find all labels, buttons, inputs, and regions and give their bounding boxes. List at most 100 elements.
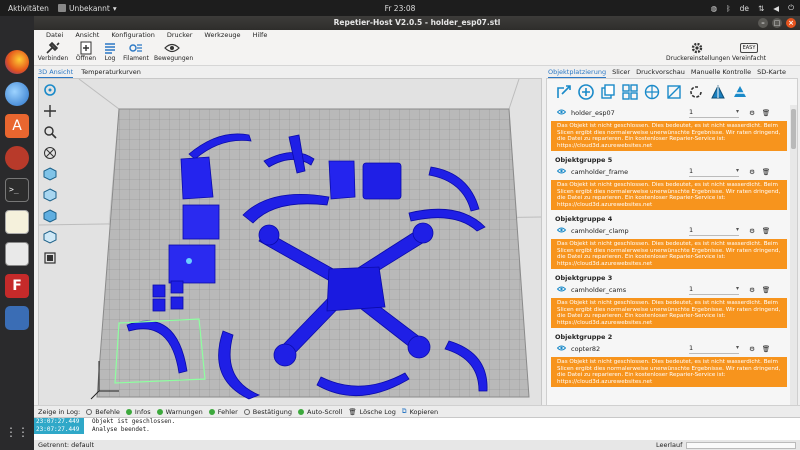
firefox-icon[interactable] (5, 50, 29, 74)
settings-icon[interactable] (5, 146, 29, 170)
volume-icon[interactable]: ◀ (773, 4, 779, 13)
eye-icon[interactable] (556, 227, 567, 235)
autoposition-icon[interactable] (621, 83, 639, 101)
trash-icon[interactable]: 🗑 (759, 345, 773, 353)
gear-icon[interactable]: ⚙ (745, 227, 759, 235)
zoom-icon[interactable] (42, 124, 58, 140)
cube-side-icon[interactable] (42, 229, 58, 245)
clock[interactable]: Fr 23:08 (385, 4, 416, 13)
menu-drucker[interactable]: Drucker (161, 31, 199, 39)
rotate-object-icon[interactable] (687, 83, 705, 101)
copy-log-button[interactable]: ⧉ Kopieren (402, 407, 438, 416)
quantity-select[interactable]: 1 (689, 108, 739, 118)
network-icon[interactable]: ⇅ (758, 4, 764, 13)
scale-icon[interactable] (665, 83, 683, 101)
scrollbar[interactable] (790, 105, 797, 417)
eye-icon[interactable] (556, 168, 567, 176)
filament-button[interactable]: Filament (122, 41, 150, 62)
log-option-infos[interactable]: Infos (125, 408, 151, 416)
thunderbird-icon[interactable] (5, 82, 29, 106)
tab-temperature-curves[interactable]: Temperaturkurven (81, 68, 141, 78)
center-object-icon[interactable] (643, 83, 661, 101)
menu-konfiguration[interactable]: Konfiguration (105, 31, 160, 39)
rotate-view-icon[interactable] (42, 82, 58, 98)
cube-top-icon[interactable] (42, 208, 58, 224)
trash-icon[interactable]: 🗑 (759, 227, 773, 235)
simplified-mode-button[interactable]: EASY Vereinfacht (730, 41, 768, 62)
menu-werkzeuge[interactable]: Werkzeuge (198, 31, 246, 39)
3d-view[interactable] (38, 78, 542, 418)
show-applications-icon[interactable]: ⋮⋮⋮ (5, 420, 41, 444)
toggle-walls-icon[interactable] (42, 250, 58, 266)
connect-button[interactable]: Verbinden (36, 41, 70, 62)
log-option-errors[interactable]: Fehler (208, 408, 238, 416)
gear-icon[interactable]: ⚙ (745, 109, 759, 117)
window-titlebar[interactable]: Repetier-Host V2.0.5 - holder_esp07.stl … (34, 16, 800, 30)
open-button[interactable]: Öffnen (74, 41, 98, 62)
log-option-autoscroll[interactable]: Auto-Scroll (298, 408, 342, 416)
tray-icon-shield[interactable]: ◍ (711, 4, 718, 13)
object-row[interactable]: camholder_frame 1 ⚙ 🗑 (547, 164, 791, 179)
eye-icon[interactable] (556, 345, 567, 353)
log-output[interactable]: 23:07:27.449 Objekt ist geschlossen. 23:… (34, 417, 800, 440)
gear-icon[interactable]: ⚙ (745, 345, 759, 353)
move-view-icon[interactable] (42, 103, 58, 119)
eye-icon[interactable] (556, 286, 567, 294)
trash-icon[interactable]: 🗑 (759, 286, 773, 294)
close-icon[interactable]: × (786, 18, 796, 28)
cube-front-icon[interactable] (42, 187, 58, 203)
gear-icon[interactable]: ⚙ (745, 168, 759, 176)
trash-icon[interactable]: 🗑 (759, 109, 773, 117)
minimize-icon[interactable]: – (758, 18, 768, 28)
import-icon[interactable] (555, 83, 573, 101)
quantity-select[interactable]: 1 (689, 285, 739, 295)
tab-manual-control[interactable]: Manuelle Kontrolle (691, 68, 751, 78)
log-option-warnings[interactable]: Warnungen (156, 408, 203, 416)
cut-object-icon[interactable] (731, 83, 749, 101)
tab-slicer[interactable]: Slicer (612, 68, 630, 78)
printer-settings-button[interactable]: Druckereinstellungen (666, 41, 730, 62)
gear-icon[interactable]: ⚙ (745, 286, 759, 294)
tab-print-preview[interactable]: Druckvorschau (636, 68, 685, 78)
bluetooth-icon[interactable]: ᛒ (726, 4, 731, 13)
app-menu[interactable]: Unbekannt ▾ (58, 4, 117, 13)
maximize-icon[interactable]: □ (772, 18, 782, 28)
tab-object-placement[interactable]: Objektplatzierung (548, 68, 607, 78)
log-button[interactable]: Log (102, 41, 118, 62)
tab-3d-view[interactable]: 3D Ansicht (38, 68, 74, 78)
repetier-host-icon[interactable] (5, 306, 29, 330)
power-icon[interactable]: ⏻ (788, 3, 794, 13)
moves-button[interactable]: Bewegungen (154, 41, 193, 62)
mirror-icon[interactable] (709, 83, 727, 101)
menu-datei[interactable]: Datei (40, 31, 69, 39)
object-row[interactable]: holder_esp07 1 ⚙ 🗑 (547, 105, 791, 120)
object-row[interactable]: camholder_clamp 1 ⚙ 🗑 (547, 223, 791, 238)
log-option-acknowledge[interactable]: Bestätigung (243, 408, 292, 416)
freecad-icon[interactable]: F (5, 274, 29, 298)
cube-iso-icon[interactable] (42, 166, 58, 182)
menu-hilfe[interactable]: Hilfe (247, 31, 274, 39)
eye-icon[interactable] (556, 109, 567, 117)
trash-icon[interactable]: 🗑 (759, 168, 773, 176)
terminal-icon[interactable]: >_ (5, 178, 29, 202)
activities-button[interactable]: Aktivitäten (0, 4, 58, 13)
fit-view-icon[interactable] (42, 145, 58, 161)
object-row[interactable]: copter82 1 ⚙ 🗑 (547, 341, 791, 356)
tab-sd-card[interactable]: SD-Karte (757, 68, 786, 78)
calculator-icon[interactable] (5, 242, 29, 266)
quantity-select[interactable]: 1 (689, 226, 739, 236)
copy-object-icon[interactable] (599, 83, 617, 101)
add-object-icon[interactable] (577, 83, 595, 101)
radio-icon (298, 408, 304, 415)
log-option-commands[interactable]: Befehle (86, 408, 120, 416)
quantity-select[interactable]: 1 (689, 344, 739, 354)
object-row[interactable]: camholder_cams 1 ⚙ 🗑 (547, 282, 791, 297)
scrollbar-thumb[interactable] (791, 109, 796, 149)
language-indicator[interactable]: de (740, 4, 749, 13)
menu-ansicht[interactable]: Ansicht (69, 31, 105, 39)
quantity-select[interactable]: 1 (689, 167, 739, 177)
print-bed-scene[interactable] (39, 79, 542, 418)
clear-log-button[interactable]: 🗑 Lösche Log (348, 408, 396, 416)
text-editor-icon[interactable] (5, 210, 29, 234)
software-center-icon[interactable]: A (5, 114, 29, 138)
